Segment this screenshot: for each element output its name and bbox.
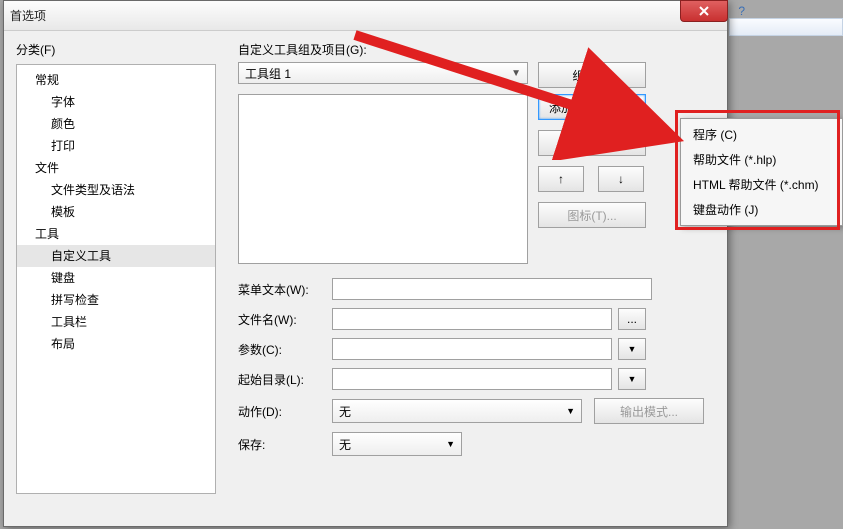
context-menu-item[interactable]: 键盘动作 (J)	[683, 197, 840, 222]
move-down-button[interactable]: ↓	[598, 166, 644, 192]
dialog-title: 首选项	[10, 7, 46, 24]
category-tree[interactable]: 常规字体颜色打印文件文件类型及语法模板工具自定义工具键盘拼写检查工具栏布局	[16, 64, 216, 494]
startdir-input[interactable]	[332, 368, 612, 390]
close-button[interactable]	[680, 0, 728, 22]
icon-button[interactable]: 图标(T)...	[538, 202, 646, 228]
tree-item[interactable]: 字体	[17, 91, 215, 113]
chevron-down-icon: ▼	[511, 68, 521, 79]
chevron-right-icon: >	[628, 100, 635, 114]
args-label: 参数(C):	[238, 341, 326, 358]
group-combo-value: 工具组 1	[245, 65, 291, 82]
args-dropdown-button[interactable]: ▼	[618, 338, 646, 360]
preferences-dialog: 首选项 分类(F) 常规字体颜色打印文件文件类型及语法模板工具自定义工具键盘拼写…	[3, 0, 728, 527]
tree-item[interactable]: 工具栏	[17, 311, 215, 333]
output-mode-button[interactable]: 输出模式...	[594, 398, 704, 424]
group-name-button[interactable]: 组名(Z)	[538, 62, 646, 88]
tree-item[interactable]: 工具	[17, 223, 215, 245]
group-combo[interactable]: 工具组 1 ▼	[238, 62, 528, 84]
context-menu-item[interactable]: HTML 帮助文件 (*.chm)	[683, 172, 840, 197]
add-context-menu: 程序 (C)帮助文件 (*.hlp)HTML 帮助文件 (*.chm)键盘动作 …	[680, 118, 843, 226]
tree-item[interactable]: 颜色	[17, 113, 215, 135]
groups-label: 自定义工具组及项目(G):	[238, 41, 715, 58]
browse-button[interactable]: ...	[618, 308, 646, 330]
tree-item[interactable]: 文件类型及语法	[17, 179, 215, 201]
tree-item[interactable]: 常规	[17, 69, 215, 91]
action-select[interactable]: 无 ▼	[332, 399, 582, 423]
context-menu-item[interactable]: 程序 (C)	[683, 122, 840, 147]
chevron-down-icon: ▼	[566, 406, 575, 416]
tools-listbox[interactable]	[238, 94, 528, 264]
action-label: 动作(D):	[238, 403, 326, 420]
save-select[interactable]: 无 ▼	[332, 432, 462, 456]
chevron-down-icon: ▼	[446, 439, 455, 449]
background-ribbon	[729, 18, 843, 36]
add-button-label: 添加	[549, 99, 573, 116]
save-label: 保存:	[238, 436, 326, 453]
tree-item[interactable]: 文件	[17, 157, 215, 179]
filename-input[interactable]	[332, 308, 612, 330]
tree-item[interactable]: 拼写检查	[17, 289, 215, 311]
tree-item[interactable]: 布局	[17, 333, 215, 355]
help-cursor-icon: ?	[738, 4, 745, 18]
tree-item[interactable]: 键盘	[17, 267, 215, 289]
tree-item[interactable]: 模板	[17, 201, 215, 223]
close-icon	[698, 5, 710, 17]
context-menu-item[interactable]: 帮助文件 (*.hlp)	[683, 147, 840, 172]
tree-item[interactable]: 打印	[17, 135, 215, 157]
chevron-down-icon: ▼	[628, 374, 637, 384]
delete-button[interactable]: 删除(S)	[538, 130, 646, 156]
args-input[interactable]	[332, 338, 612, 360]
menu-text-input[interactable]	[332, 278, 652, 300]
chevron-down-icon: ▼	[628, 344, 637, 354]
add-button[interactable]: 添加 >	[538, 94, 646, 120]
move-up-button[interactable]: ↑	[538, 166, 584, 192]
action-value: 无	[339, 403, 351, 420]
save-value: 无	[339, 436, 351, 453]
startdir-label: 起始目录(L):	[238, 371, 326, 388]
titlebar: 首选项	[4, 1, 727, 31]
startdir-dropdown-button[interactable]: ▼	[618, 368, 646, 390]
menu-text-label: 菜单文本(W):	[238, 281, 326, 298]
tree-item[interactable]: 自定义工具	[17, 245, 215, 267]
filename-label: 文件名(W):	[238, 311, 326, 328]
category-label: 分类(F)	[16, 41, 216, 58]
